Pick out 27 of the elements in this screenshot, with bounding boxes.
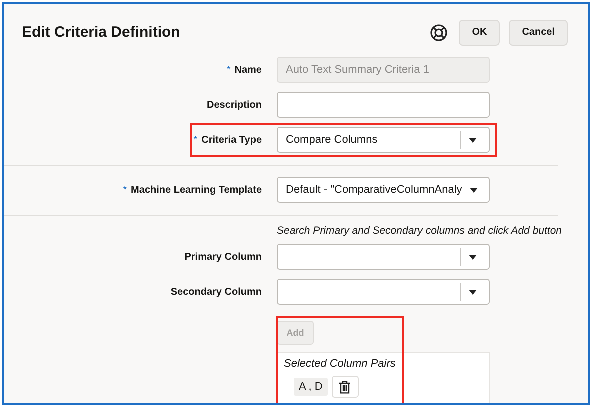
pairs-title: Selected Column Pairs (284, 358, 397, 370)
field-label: Name (234, 64, 262, 76)
field-label: Primary Column (184, 252, 262, 262)
field-label: Description (206, 100, 262, 110)
field-label: Secondary Column (170, 286, 262, 298)
cancel-button[interactable]: Cancel (509, 20, 568, 46)
caret-icon[interactable] (469, 138, 477, 142)
required-mark: * (123, 184, 128, 196)
combobox-field[interactable] (277, 244, 490, 270)
combobox-field[interactable] (277, 279, 490, 305)
trash-icon (339, 380, 352, 394)
combobox-field[interactable]: Compare Columns (277, 127, 490, 153)
field-label: Machine Learning Template (131, 184, 262, 196)
pair-chip: A , D (294, 378, 328, 396)
required-mark: * (226, 64, 231, 76)
select-field[interactable]: Default - "ComparativeColumnAnaly (277, 177, 490, 203)
caret-icon[interactable] (469, 254, 477, 260)
ok-button[interactable]: OK (459, 20, 500, 46)
delete-button[interactable] (332, 376, 359, 398)
field-label: Criteria Type (202, 134, 262, 146)
hint-text: Search Primary and Secondary columns and click Add button (277, 225, 562, 237)
caret-icon[interactable] (469, 290, 477, 294)
help-icon[interactable] (430, 24, 448, 42)
required-mark: * (194, 134, 198, 146)
dialog-title: Edit Criteria Definition (22, 24, 180, 41)
caret-icon[interactable] (470, 188, 478, 192)
input-field[interactable] (277, 92, 490, 118)
